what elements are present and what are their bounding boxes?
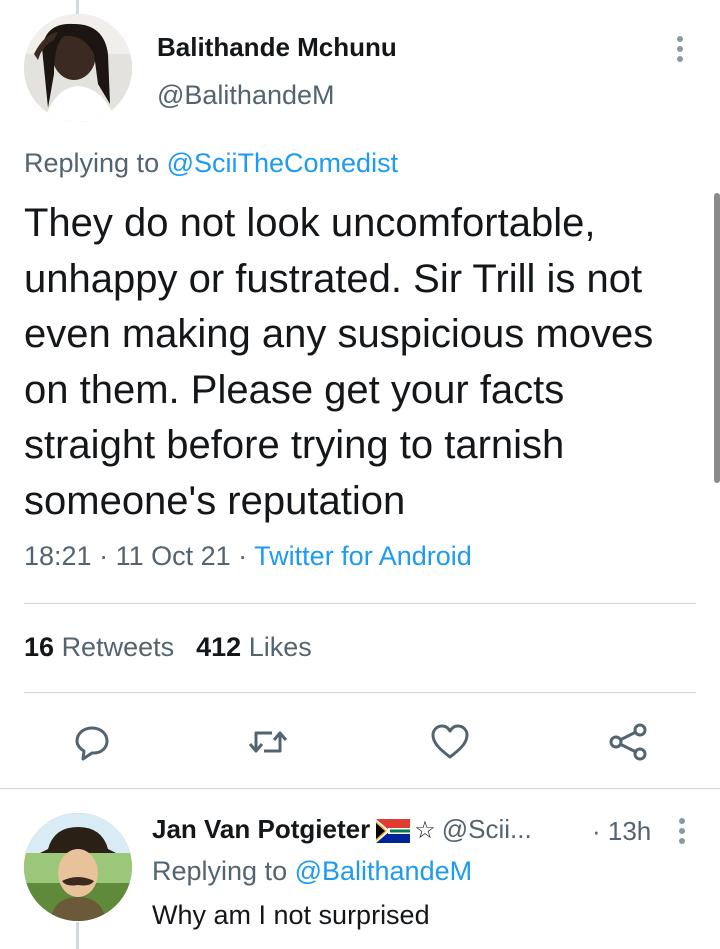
likes-stat[interactable]: 412 Likes xyxy=(196,632,312,662)
replying-to-prefix: Replying to xyxy=(24,148,167,178)
replying-to: Replying to @SciiTheComedist xyxy=(24,148,398,179)
reply-replying-to-link[interactable]: @BalithandeM xyxy=(295,856,473,886)
more-options-icon[interactable] xyxy=(670,32,690,64)
reply-more-options-icon[interactable] xyxy=(672,816,692,846)
meta-separator-2: · xyxy=(230,541,255,571)
divider xyxy=(24,603,696,604)
tweet-source-link[interactable]: Twitter for Android xyxy=(254,541,472,571)
reply-replying-to-prefix: Replying to xyxy=(152,856,295,886)
author-handle[interactable]: @BalithandeM xyxy=(157,80,335,111)
tweet-text: They do not look uncomfortable, unhappy … xyxy=(24,201,654,523)
author-avatar[interactable] xyxy=(24,14,132,122)
reply-header: Jan Van Potgieter ☆ @Scii... xyxy=(152,814,532,850)
retweets-label: Retweets xyxy=(61,632,175,662)
reply-author-avatar-image xyxy=(24,813,132,921)
like-button[interactable] xyxy=(428,720,472,764)
replying-to-link[interactable]: @SciiTheComedist xyxy=(167,148,398,178)
share-button[interactable] xyxy=(606,720,650,764)
star-icon: ☆ xyxy=(414,817,436,844)
thread-line-top xyxy=(76,0,79,14)
reply-button[interactable] xyxy=(70,720,114,764)
south-africa-flag-icon xyxy=(376,819,411,850)
reply-author-name[interactable]: Jan Van Potgieter xyxy=(152,814,370,844)
retweets-count: 16 xyxy=(24,632,55,662)
share-icon xyxy=(609,723,647,761)
scrollbar[interactable] xyxy=(714,193,720,483)
divider xyxy=(24,692,696,693)
retweet-icon xyxy=(248,731,288,753)
retweet-button[interactable] xyxy=(246,720,290,764)
reply-replying-to: Replying to @BalithandeM xyxy=(152,856,472,887)
tweet-meta: 18:21 · 11 Oct 21 · Twitter for Android xyxy=(24,541,472,572)
reply-text: Why am I not surprised xyxy=(152,900,430,930)
author-avatar-image xyxy=(24,14,132,122)
author-name[interactable]: Balithande Mchunu xyxy=(157,32,397,63)
tweet-stats: 16 Retweets 412 Likes xyxy=(24,632,312,663)
meta-separator: · xyxy=(91,541,116,571)
tweet-time: 18:21 xyxy=(24,541,92,571)
tweet-date: 11 Oct 21 xyxy=(115,541,231,571)
retweets-stat[interactable]: 16 Retweets xyxy=(24,632,174,662)
likes-label: Likes xyxy=(248,632,312,662)
likes-count: 412 xyxy=(196,632,242,662)
thread-line-bottom xyxy=(76,922,79,949)
divider xyxy=(0,788,720,789)
heart-icon xyxy=(431,724,469,759)
reply-author-avatar[interactable] xyxy=(24,813,132,921)
reply-icon xyxy=(75,726,109,761)
reply-time: · 13h xyxy=(592,816,652,846)
reply-author-handle[interactable]: @Scii... xyxy=(442,814,532,844)
